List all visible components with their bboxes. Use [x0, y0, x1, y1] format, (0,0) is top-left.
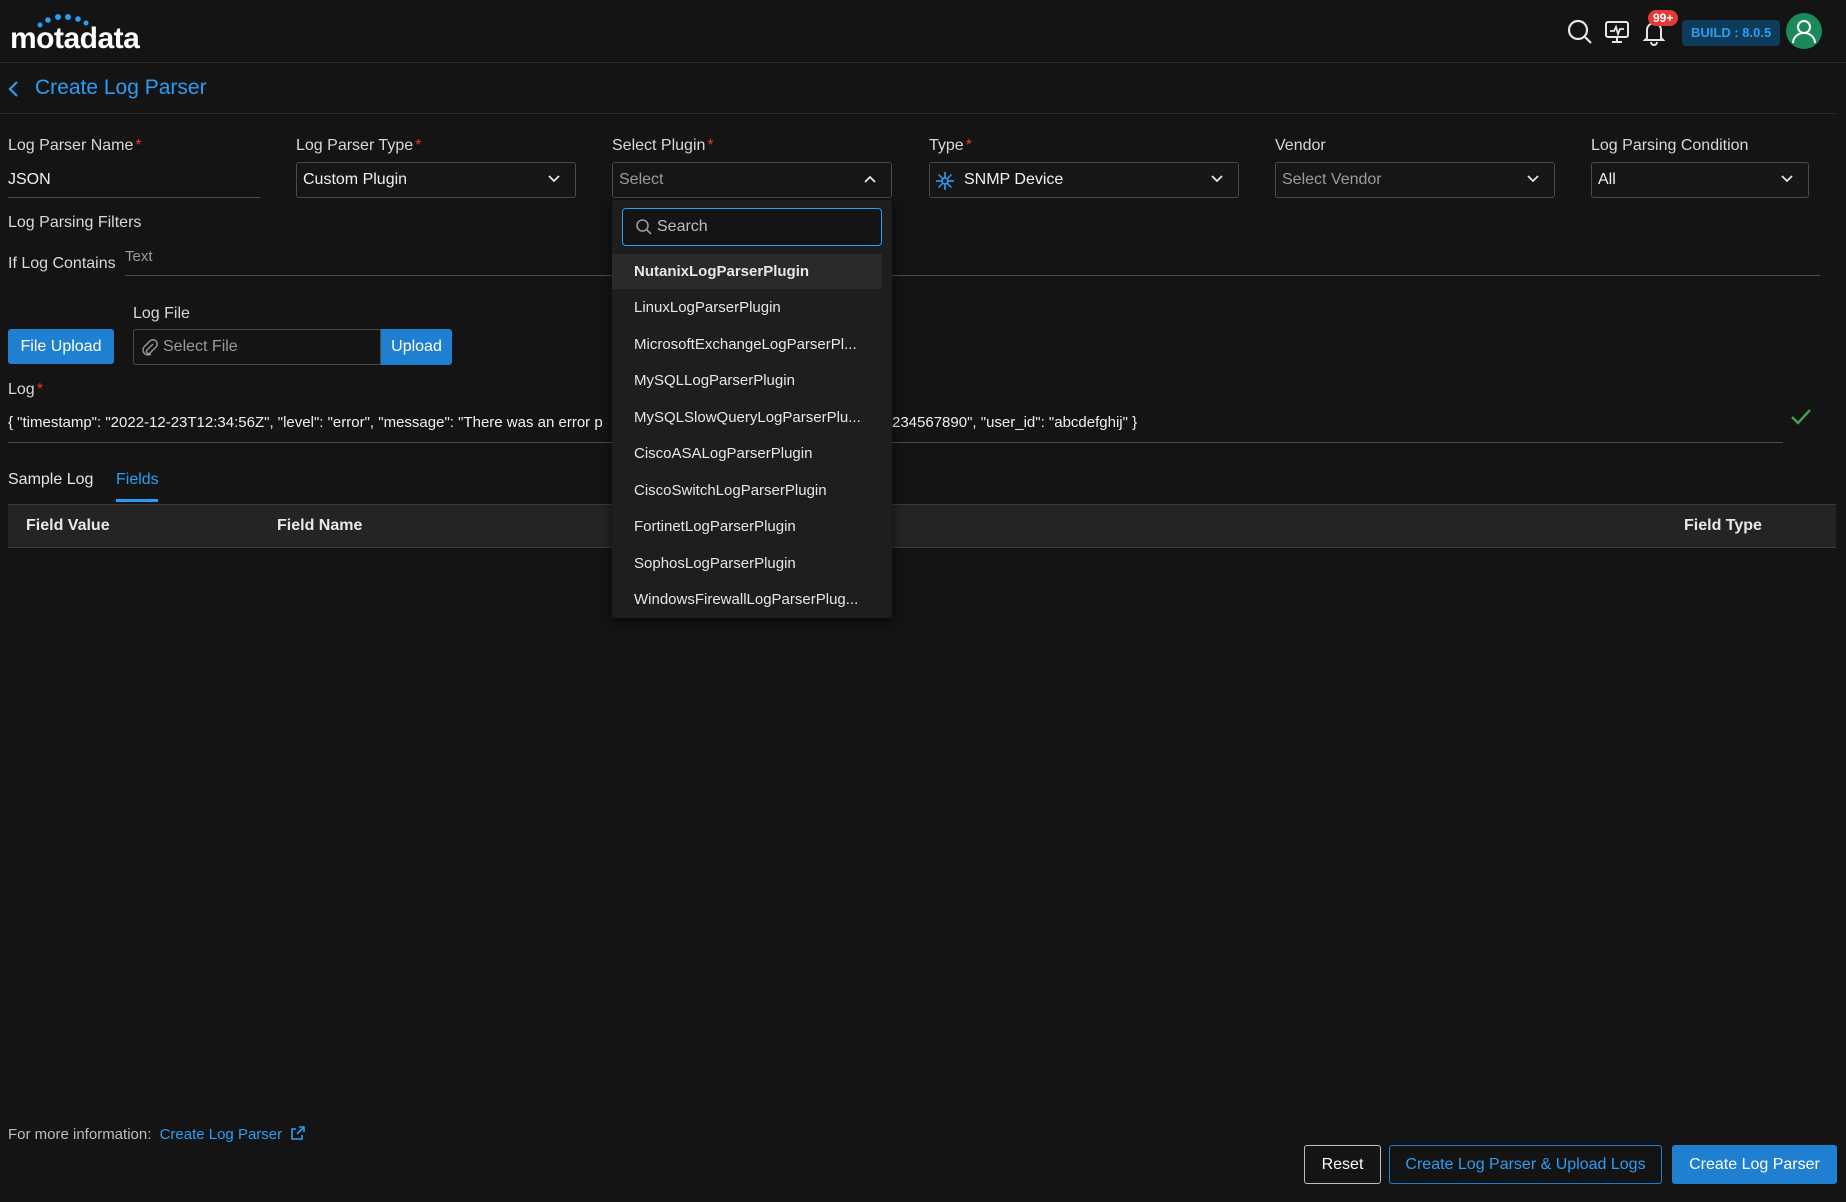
- monitor-icon[interactable]: [1603, 18, 1631, 46]
- notification-badge: 99+: [1648, 10, 1679, 26]
- chevron-up-icon: [864, 175, 876, 183]
- search-icon: [636, 219, 652, 235]
- plugin-option[interactable]: LinuxLogParserPlugin: [612, 290, 882, 325]
- footer-info: For more information: Create Log Parser: [8, 1125, 306, 1143]
- chevron-down-icon: [1781, 175, 1793, 183]
- chevron-down-icon: [1527, 175, 1539, 183]
- log-parsing-condition-select[interactable]: All: [1591, 162, 1809, 198]
- plugin-option[interactable]: MicrosoftExchangeLogParserPl...: [612, 327, 882, 362]
- log-parsing-condition-label: Log Parsing Condition: [1591, 137, 1749, 154]
- search-icon[interactable]: [1566, 18, 1594, 46]
- name-underline: [8, 197, 260, 198]
- vendor-value: Select Vendor: [1282, 171, 1382, 188]
- tab-fields[interactable]: Fields: [116, 471, 159, 489]
- type-label: Type *: [929, 137, 972, 154]
- upload-button[interactable]: Upload: [381, 329, 452, 365]
- active-tab-indicator: [116, 499, 158, 502]
- log-file-placeholder: Select File: [163, 338, 238, 355]
- log-label: Log *: [8, 381, 43, 398]
- log-parser-type-select[interactable]: Custom Plugin: [296, 162, 576, 198]
- log-parsing-condition-value: All: [1598, 171, 1616, 188]
- build-badge: BUILD : 8.0.5: [1682, 20, 1781, 46]
- plugin-option[interactable]: CiscoSwitchLogParserPlugin: [612, 473, 882, 508]
- external-link-icon[interactable]: [290, 1125, 306, 1141]
- plugin-option[interactable]: NutanixLogParserPlugin: [612, 254, 882, 289]
- reset-button[interactable]: Reset: [1304, 1145, 1381, 1184]
- plugin-dropdown: NutanixLogParserPlugin LinuxLogParserPlu…: [612, 200, 892, 618]
- paperclip-icon: [142, 339, 158, 356]
- plugin-option[interactable]: FortinetLogParserPlugin: [612, 509, 882, 544]
- avatar[interactable]: [1786, 13, 1822, 49]
- log-underline: [8, 442, 1783, 443]
- title-bar: [0, 63, 1836, 114]
- help-link[interactable]: Create Log Parser: [160, 1126, 283, 1143]
- create-and-upload-button[interactable]: Create Log Parser & Upload Logs: [1389, 1145, 1662, 1184]
- logo: motadata: [10, 22, 140, 55]
- column-field-name[interactable]: Field Name: [277, 517, 362, 535]
- chevron-down-icon: [548, 175, 560, 183]
- create-log-parser-button[interactable]: Create Log Parser: [1672, 1145, 1837, 1184]
- log-input[interactable]: { "timestamp": "2022-12-23T12:34:56Z", "…: [8, 414, 603, 431]
- fields-table-header: Field Value Field Name Field Type: [8, 504, 1836, 548]
- column-field-value[interactable]: Field Value: [26, 517, 110, 535]
- log-parser-name-input[interactable]: JSON: [8, 171, 51, 189]
- log-file-input[interactable]: Select File: [133, 329, 381, 365]
- log-parser-type-label: Log Parser Type *: [296, 137, 422, 154]
- column-field-type[interactable]: Field Type: [1684, 517, 1762, 535]
- chevron-down-icon: [1211, 175, 1223, 183]
- log-parser-type-value: Custom Plugin: [303, 171, 408, 188]
- log-file-label: Log File: [133, 305, 190, 322]
- plugin-option[interactable]: CiscoASALogParserPlugin: [612, 436, 882, 471]
- vendor-label: Vendor: [1275, 137, 1326, 154]
- check-icon: [1791, 409, 1811, 425]
- file-upload-button[interactable]: File Upload: [8, 329, 114, 364]
- select-plugin-value: Select: [619, 171, 664, 188]
- page-title: Create Log Parser: [35, 76, 207, 99]
- plugin-option[interactable]: SophosLogParserPlugin: [612, 546, 882, 581]
- if-log-contains-label: If Log Contains: [8, 255, 116, 272]
- plugin-option[interactable]: MySQLSlowQueryLogParserPlu...: [612, 400, 882, 435]
- footer-info-text: For more information:: [8, 1126, 152, 1143]
- dropdown-search-input[interactable]: [655, 217, 869, 237]
- log-parser-name-label: Log Parser Name *: [8, 137, 142, 154]
- tab-sample-log[interactable]: Sample Log: [8, 471, 93, 489]
- device-type-select[interactable]: SNMP Device: [929, 162, 1239, 198]
- select-plugin-select[interactable]: Select: [612, 162, 892, 198]
- if-log-contains-underline: [125, 275, 1820, 276]
- dropdown-search[interactable]: [622, 208, 882, 246]
- if-log-contains-input[interactable]: Text: [125, 248, 153, 265]
- device-type-value: SNMP Device: [964, 171, 1064, 188]
- snmp-device-icon: [936, 172, 954, 190]
- log-parsing-filters-label: Log Parsing Filters: [8, 214, 142, 231]
- back-icon[interactable]: [6, 79, 22, 99]
- user-icon: [1792, 20, 1816, 44]
- vendor-select[interactable]: Select Vendor: [1275, 162, 1555, 198]
- select-plugin-label: Select Plugin *: [612, 137, 714, 154]
- top-bar: motadata 99+ BUILD : 8.0.5: [0, 0, 1846, 63]
- plugin-option[interactable]: WindowsFirewallLogParserPlug...: [612, 582, 882, 617]
- log-input-continued: 234567890", "user_id": "abcdefghij" }: [892, 414, 1138, 431]
- plugin-option[interactable]: MySQLLogParserPlugin: [612, 363, 882, 398]
